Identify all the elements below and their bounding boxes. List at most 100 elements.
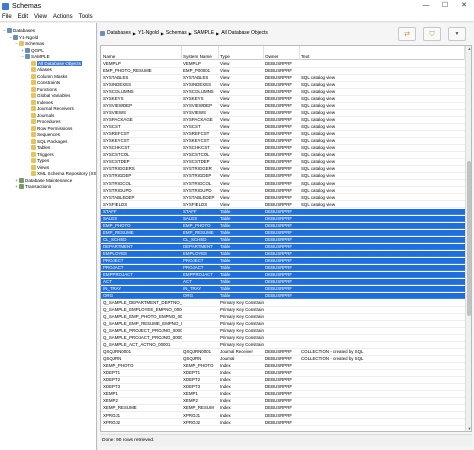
- menu-file[interactable]: File: [2, 14, 12, 20]
- table-cell: [300, 209, 465, 216]
- table-cell: [264, 307, 300, 314]
- table-row[interactable]: SYSREFCST SYSREFCST View DEBUSRPRF SQL catal…: [101, 131, 465, 138]
- minimize-button[interactable]: —: [418, 0, 434, 12]
- table-cell: DEBUSRPRF: [265, 159, 293, 165]
- table-row[interactable]: STAFF STAFF Table DEBUSRPRF: [101, 208, 465, 216]
- menu-tools[interactable]: Tools: [79, 14, 93, 20]
- table-row[interactable]: SYSCSTCOL SYSCSTCOL View DEBUSRPRF SQL catal…: [101, 152, 465, 159]
- column-header[interactable]: System Name: [182, 46, 219, 60]
- table-row[interactable]: SYSKEYCST SYSKEYCST View DEBUSRPRF SQL catal…: [101, 138, 465, 145]
- table-row[interactable]: SYSTABLES SYSTABLES View DEBUSRPRF SQL catal…: [101, 75, 465, 82]
- table-row[interactable]: SYSTRIGUPD SYSTRIGUPD View DEBUSRPRF SQL cat…: [101, 188, 465, 195]
- refresh-button[interactable]: ⇄: [398, 27, 416, 41]
- table-row[interactable]: EMP_PHOTO EMP_PHOTO Table DEBUSRPRF: [101, 222, 465, 230]
- table-row[interactable]: SYSKEYS SYSKEYS View DEBUSRPRF SQL catalog v…: [101, 96, 465, 103]
- table-cell: Table: [220, 215, 231, 221]
- table-row[interactable]: XDEPT3 XDEPT3 Index DEBUSRPRF: [101, 384, 465, 391]
- table-cell: Table: [220, 229, 231, 235]
- table-cell: Table: [220, 264, 231, 270]
- table-cell: SYSTABLEDEP: [183, 194, 215, 200]
- table-row[interactable]: SALES SALES Table DEBUSRPRF: [101, 215, 465, 223]
- table-row[interactable]: Q_SAMPLE_EMPLOYEE_EMPNO_00001 Primary Key…: [101, 307, 465, 314]
- table-cell: SYSKEYCST: [103, 138, 130, 144]
- table-row[interactable]: ACT ACT Table DEBUSRPRF: [101, 278, 465, 286]
- table-row[interactable]: XEMP_RESUME XEMP_RESUM Index DEBUSRPRF: [101, 405, 465, 412]
- breadcrumb-item[interactable]: Schemas: [166, 30, 187, 36]
- table-row[interactable]: SYSTRIGCOL SYSTRIGCOL View DEBUSRPRF SQL cat…: [101, 181, 465, 187]
- table-row[interactable]: SYSCST SYSCST View DEBUSRPRF SQL catalog vie…: [101, 124, 465, 131]
- tree-node-label: Journal Receivers: [37, 106, 74, 111]
- table-row[interactable]: SYSCSTDEP SYSCSTDEP View DEBUSRPRF SQL catal…: [101, 159, 465, 166]
- table-cell: EMPLOYEE: [103, 250, 128, 256]
- table-row[interactable]: QSQJRN0001 QSQJRN0001 Journal Receiver DEBU…: [101, 349, 465, 356]
- table-row[interactable]: Q_SAMPLE_PROJACT_PROJNO_00001 Primary Key…: [101, 335, 465, 342]
- breadcrumb-item[interactable]: All Database Objects: [221, 30, 268, 36]
- chevron-right-icon: ▶: [188, 30, 192, 36]
- table-row[interactable]: XEMP_PHOTO XEMP_PHOTO Index DEBUSRPRF: [101, 363, 465, 370]
- table-row[interactable]: ORG ORG Table DEBUSRPRF: [101, 292, 465, 300]
- scroll-up-icon[interactable]: ▲: [466, 46, 471, 52]
- tree-node[interactable]: + Transactions: [14, 183, 51, 190]
- table-row[interactable]: EMPLOYEE EMPLOYEE Table DEBUSRPRF: [101, 250, 465, 258]
- table-row[interactable]: Q_SAMPLE_PROJECT_PROJNO_00001 Primary Key…: [101, 328, 465, 335]
- table-row[interactable]: DEPARTMENT DEPARTMENT Table DEBUSRPRF: [101, 243, 465, 251]
- dropdown-button[interactable]: ▼: [448, 27, 466, 41]
- menu-edit[interactable]: Edit: [18, 14, 28, 20]
- table-row[interactable]: Q_SAMPLE_EMP_RESUME_EMPNO_00001 Primary K…: [101, 321, 465, 328]
- filter-button[interactable]: ⛉: [423, 27, 441, 41]
- table-row[interactable]: XPROJ1 XPROJ1 Index DEBUSRPRF: [101, 413, 465, 420]
- table-cell: DEBUSRPRF: [265, 96, 293, 102]
- table-row[interactable]: CL_SCHED CL_SCHED Table DEBUSRPRF: [101, 236, 465, 244]
- vertical-scrollbar[interactable]: ▲ ▼: [465, 46, 471, 431]
- table-row[interactable]: Q_SAMPLE_EMP_PHOTO_EMPNO_00001 Primary Ke…: [101, 314, 465, 321]
- table-row[interactable]: SYSPACKAGE SYSPACKAGE View DEBUSRPRF SQL cat…: [101, 117, 465, 124]
- table-row[interactable]: EMPPROJACT EMPPROJACT Table DEBUSRPRF: [101, 271, 465, 279]
- table-row[interactable]: PROJECT PROJECT Table DEBUSRPRF: [101, 257, 465, 265]
- table-row[interactable]: SYSINDEXES SYSINDEXES View DEBUSRPRF SQL cat…: [101, 82, 465, 89]
- breadcrumb-item[interactable]: SAMPLE: [194, 30, 214, 36]
- table-row[interactable]: Q_SAMPLE_ACT_ACTNO_00001 Primary Key Cons…: [101, 342, 465, 349]
- column-header[interactable]: Name: [102, 46, 182, 60]
- table-cell: SYSTRIGDEP: [103, 173, 132, 179]
- scroll-down-icon[interactable]: ▼: [466, 426, 471, 431]
- table-cell: [300, 328, 465, 335]
- menu-actions[interactable]: Actions: [53, 14, 73, 20]
- column-header[interactable]: Owner: [264, 46, 300, 60]
- table-row[interactable]: PROJACT PROJACT Table DEBUSRPRF: [101, 264, 465, 272]
- menu-view[interactable]: View: [34, 14, 47, 20]
- column-header[interactable]: Type: [219, 46, 264, 60]
- scrollbar-thumb[interactable]: [467, 161, 471, 316]
- table-row[interactable]: XEMP1 XEMP1 Index DEBUSRPRF: [101, 391, 465, 398]
- table-cell: SYSTRIGUPD: [103, 187, 132, 193]
- table-cell: XPROJ2: [103, 419, 121, 425]
- table-cell: DEBUSRPRF: [265, 82, 293, 88]
- close-button[interactable]: ✕: [456, 0, 472, 12]
- table-row[interactable]: SYSTRIGDEP SYSTRIGDEP View DEBUSRPRF SQL cat…: [101, 173, 465, 180]
- column-header[interactable]: Text: [300, 46, 465, 60]
- table-row[interactable]: EMP_PHOTO_RESUME EMP_P00001 View DEBUSRPRF: [101, 68, 465, 75]
- table-cell: SALES: [103, 215, 118, 221]
- table-row[interactable]: XDEPT1 XDEPT1 Index DEBUSRPRF: [101, 370, 465, 377]
- table-row[interactable]: XPROJ2 XPROJ2 Index DEBUSRPRF: [101, 420, 465, 427]
- table-row[interactable]: EMP_RESUME EMP_RESUME Table DEBUSRPRF: [101, 229, 465, 237]
- table-cell: [300, 321, 465, 328]
- table-row[interactable]: XEMP2 XEMP2 Index DEBUSRPRF: [101, 398, 465, 405]
- table-cell: [300, 413, 465, 420]
- table-row[interactable]: VEMPLP VEMPLP View DEBUSRPRF: [101, 61, 465, 68]
- table-row[interactable]: SYSTRIGGERS SYSTRIGGER View DEBUSRPRF SQL ca…: [101, 166, 465, 173]
- table-row[interactable]: QSQJRN QSQJRN Journal DEBUSRPRF COLLECTION -…: [101, 356, 465, 363]
- breadcrumb-item[interactable]: Y1-Ngold: [138, 30, 159, 36]
- table-row[interactable]: Q_SAMPLE_DEPARTMENT_DEPTNO_00001 Primary …: [101, 300, 465, 307]
- maximize-button[interactable]: ☐: [437, 0, 453, 12]
- table-row[interactable]: SYSCOLUMNS SYSCOLUMNS View DEBUSRPRF SQL cat…: [101, 89, 465, 96]
- table-row[interactable]: SYSTABLEDEP SYSTABLEDEP View DEBUSRPRF SQL c…: [101, 195, 465, 202]
- table-cell: [300, 237, 465, 244]
- table-row[interactable]: IN_TRAY IN_TRAY Table DEBUSRPRF: [101, 285, 465, 293]
- table-row[interactable]: SYSVIEWDEP SYSVIEWDEP View DEBUSRPRF SQL cat…: [101, 103, 465, 110]
- folder-icon: [31, 93, 36, 98]
- breadcrumb-item[interactable]: Databases: [107, 30, 131, 36]
- table-row[interactable]: SYSCHKCST SYSCHKCST View DEBUSRPRF SQL catal…: [101, 145, 465, 152]
- table-row[interactable]: SYSFIELDS SYSFIELDS View DEBUSRPRF SQL catal…: [101, 202, 465, 209]
- table-row[interactable]: XDEPT2 XDEPT2 Index DEBUSRPRF: [101, 377, 465, 384]
- table-row[interactable]: SYSVIEWS SYSVIEWS View DEBUSRPRF SQL catalog…: [101, 110, 465, 117]
